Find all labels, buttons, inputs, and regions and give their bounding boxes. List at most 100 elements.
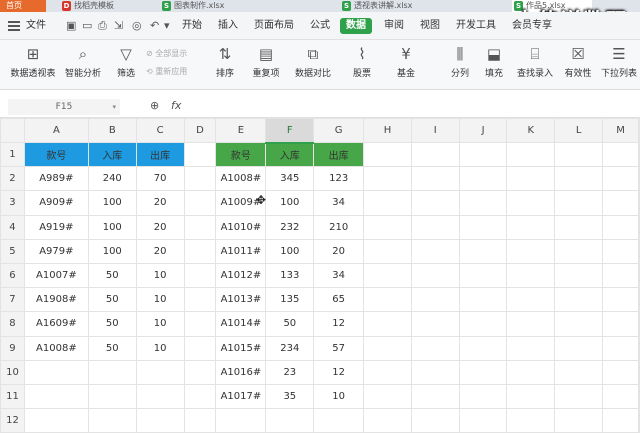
cell[interactable] [602,383,639,410]
cell[interactable] [506,335,556,361]
cell[interactable]: 入库 [87,141,137,168]
row-header[interactable]: 12 [0,408,25,433]
cell[interactable] [506,214,556,240]
cell[interactable] [506,287,556,313]
cell[interactable] [602,141,639,168]
tab-template[interactable]: D 找稻壳模板 [60,0,150,12]
column-header[interactable]: F [265,118,315,144]
cell[interactable] [554,214,604,240]
cell[interactable] [363,287,412,313]
cell[interactable]: A1609# [23,311,89,337]
cell[interactable] [638,287,640,313]
ribbon-tab-home[interactable]: 开始 [182,18,202,34]
cell[interactable] [410,141,460,168]
menu-icon[interactable] [8,21,20,31]
cell[interactable] [458,141,508,168]
cell[interactable] [458,359,508,385]
cell[interactable] [506,238,556,264]
tab-pivot-file[interactable]: S 透视表讲解.xlsx [340,0,450,12]
cell[interactable] [410,238,460,264]
cell[interactable] [602,408,639,433]
cell[interactable] [602,359,639,385]
row-header[interactable]: 1 [0,141,25,168]
cell[interactable]: 210 [313,214,365,240]
row-header[interactable]: 5 [0,238,25,264]
cell[interactable]: 20 [135,238,185,264]
cell[interactable] [23,359,89,385]
cell[interactable]: 50 [87,311,137,337]
cell[interactable]: 23 [265,359,315,385]
cell[interactable]: 出库 [135,141,185,168]
column-header[interactable]: C [135,118,185,143]
formula-input[interactable] [190,99,630,115]
save-icon[interactable]: ▣ [66,19,76,32]
cell[interactable] [313,408,365,433]
cell[interactable] [638,262,640,289]
column-header[interactable]: B [87,118,137,143]
cell[interactable] [363,262,412,289]
cell[interactable]: 70 [135,166,185,192]
cell[interactable] [638,214,640,240]
cell[interactable] [554,141,604,168]
cell[interactable] [183,287,217,313]
sort-button[interactable]: ⇅ 排序 [212,44,238,79]
cell[interactable] [506,141,556,168]
cell[interactable]: 234 [265,335,315,361]
cell[interactable] [458,238,508,264]
pivot-table-button[interactable]: ⊞ 数据透视表 [6,44,60,79]
cell[interactable]: 34 [313,262,365,289]
cell[interactable]: 10 [135,262,185,289]
cell[interactable]: 100 [87,238,137,264]
cell[interactable] [458,214,508,240]
camera-icon[interactable]: ◎ [132,19,142,32]
cell[interactable]: 20 [135,190,185,216]
cell[interactable] [410,311,460,337]
folder-icon[interactable]: ▭ [82,19,92,32]
cell[interactable]: 57 [313,335,365,361]
cell[interactable] [638,166,640,192]
cell[interactable]: A1017# [215,383,267,410]
cell[interactable]: 133 [265,262,315,289]
cell[interactable] [638,190,640,216]
cell[interactable]: 入库 [265,141,315,168]
cell[interactable]: 34 [313,190,365,216]
column-header[interactable]: L [554,118,604,143]
cell[interactable]: 10 [135,287,185,313]
cell[interactable]: A1012# [215,262,267,289]
cell[interactable] [554,335,604,361]
cell[interactable] [458,287,508,313]
row-header[interactable]: 4 [0,214,25,240]
row-header[interactable]: 7 [0,287,25,313]
cell[interactable] [554,166,604,192]
cell[interactable] [410,383,460,410]
ribbon-tab-review[interactable]: 审阅 [384,18,404,34]
cell[interactable]: A1011# [215,238,267,264]
cell[interactable] [638,383,640,410]
cell[interactable] [458,335,508,361]
cell[interactable] [602,287,639,313]
data-compare-button[interactable]: ⧉ 数据对比 [292,44,334,79]
cell[interactable] [135,383,185,410]
cell[interactable] [506,262,556,289]
cell[interactable] [602,238,639,264]
dropdown-list-button[interactable]: ☰ 下拉列表 [600,44,638,79]
cell[interactable]: 12 [313,311,365,337]
undo-icon[interactable]: ↶ [150,19,159,32]
cell[interactable] [410,335,460,361]
cell[interactable] [554,287,604,313]
cell[interactable] [506,408,556,433]
reapply-button[interactable]: ⟲ 重新应用 [146,66,187,77]
cell[interactable]: 20 [313,238,365,264]
cell[interactable] [458,190,508,216]
cell[interactable]: A909# [23,190,89,216]
cell[interactable] [506,166,556,192]
cell[interactable]: 240 [87,166,137,192]
cell[interactable] [183,214,217,240]
cell[interactable] [410,287,460,313]
cell[interactable] [135,408,185,433]
cell[interactable] [602,190,639,216]
cell[interactable] [458,383,508,410]
cell[interactable]: A1016# [215,359,267,385]
cell[interactable]: 100 [87,214,137,240]
export-icon[interactable]: ⇲ [114,19,123,32]
